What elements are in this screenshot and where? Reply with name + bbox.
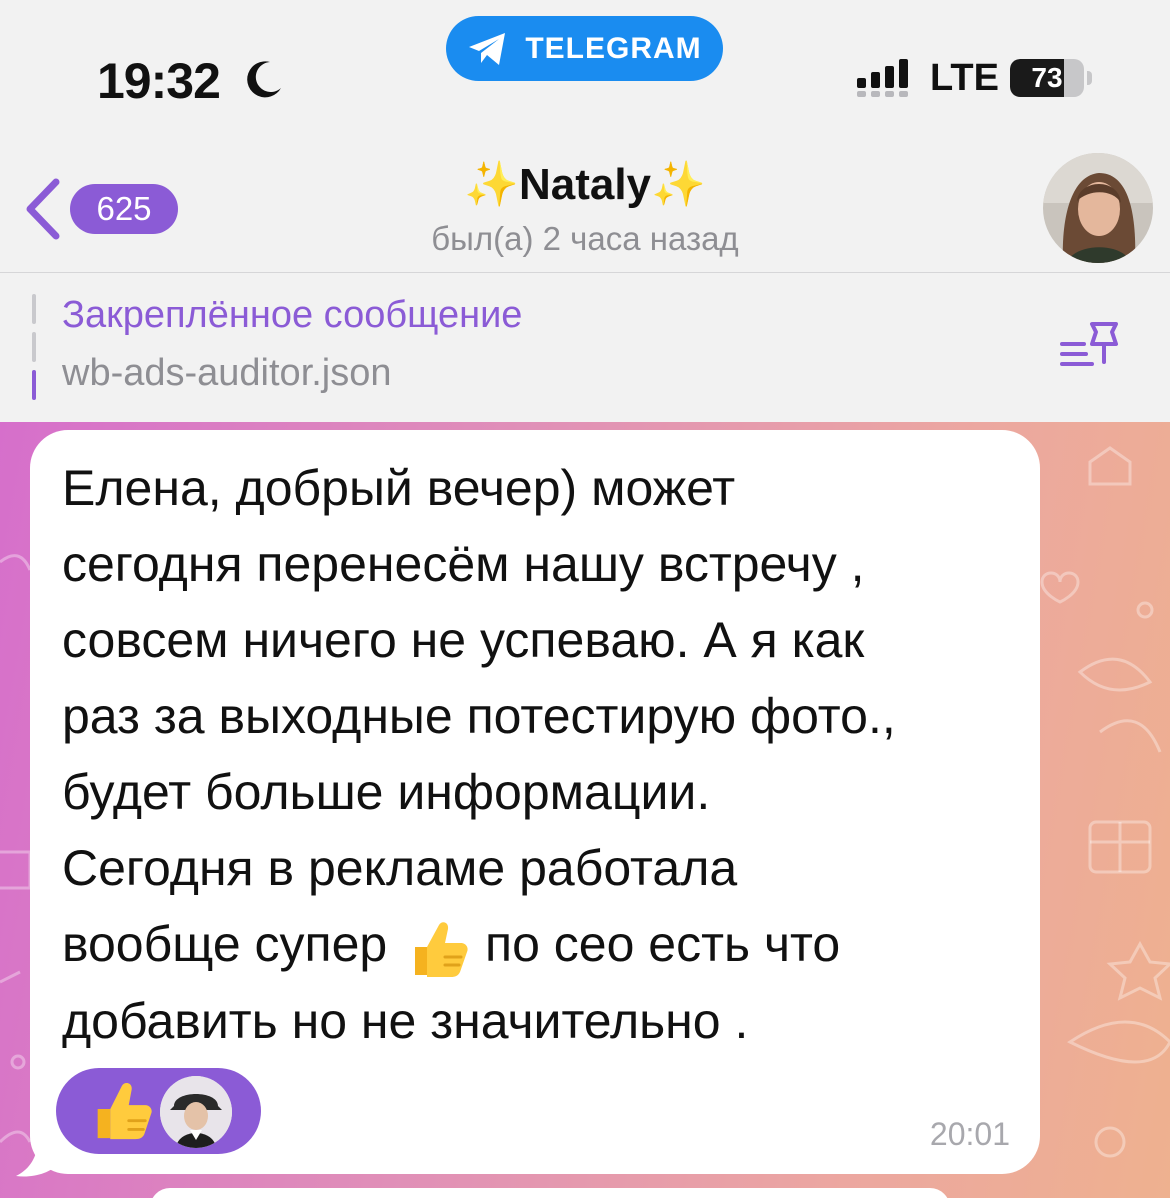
message-time: 20:01 (929, 1116, 1010, 1152)
pinned-file-name: wb-ads-auditor.json (62, 352, 392, 394)
reaction-user-avatar (160, 1076, 232, 1148)
battery-percent: 73 (1031, 62, 1063, 93)
thumbs-up-icon (415, 922, 468, 977)
battery-icon: 73 (1010, 59, 1092, 97)
message-bubble[interactable]: Елена, добрый вечер) может сегодня перен… (30, 430, 1040, 1174)
telegram-banner[interactable]: TELEGRAM (446, 16, 723, 81)
pinned-list-icon[interactable] (1058, 318, 1128, 378)
telegram-banner-label: TELEGRAM (525, 31, 702, 65)
pinned-indicator (32, 294, 36, 400)
message-text-part-1: Елена, добрый вечер) может сегодня перен… (62, 460, 896, 972)
telegram-icon (469, 32, 506, 65)
chat-header: 625 ✨Nataly✨ был(а) 2 часа назад (0, 130, 1170, 273)
pinned-message-bar[interactable]: Закреплённое сообщение wb-ads-auditor.js… (0, 274, 1170, 422)
moon-icon (247, 61, 281, 98)
chat-title-area[interactable]: ✨Nataly✨ был(а) 2 часа назад (380, 158, 790, 258)
status-bar: 19:32 TELEGRAM LTE 73 (0, 0, 1170, 130)
last-seen-status: был(а) 2 часа назад (431, 220, 739, 257)
reaction-thumbs-up-icon (97, 1083, 152, 1140)
chat-area[interactable]: Елена, добрый вечер) может сегодня перен… (0, 422, 1170, 1198)
reaction-chip[interactable] (56, 1068, 261, 1154)
status-time: 19:32 (97, 53, 221, 109)
contact-avatar[interactable] (1043, 153, 1153, 263)
signal-icon (857, 59, 908, 97)
back-chevron-icon[interactable] (22, 178, 62, 240)
next-message-bubble[interactable] (150, 1188, 950, 1198)
unread-count-badge[interactable]: 625 (70, 184, 178, 234)
chat-title: ✨Nataly✨ (464, 160, 706, 209)
network-type: LTE (930, 57, 999, 99)
message-text: Елена, добрый вечер) может сегодня перен… (62, 450, 1022, 1059)
pinned-title: Закреплённое сообщение (62, 294, 523, 336)
